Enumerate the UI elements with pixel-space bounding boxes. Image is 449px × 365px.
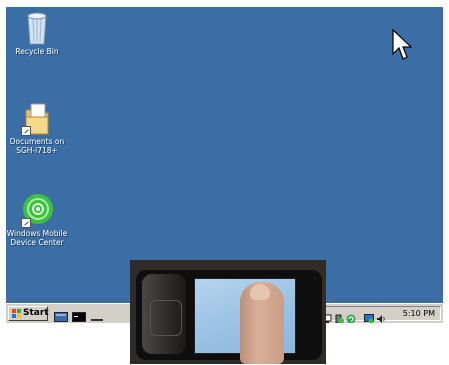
documents-label: Documents on SGH-i718+ (9, 137, 65, 155)
start-button[interactable]: Start (8, 306, 49, 321)
documents-shortcut[interactable]: Documents on SGH-i718+ (6, 100, 69, 155)
phone-photo-icon (130, 260, 326, 364)
device-center-icon (20, 192, 54, 228)
folder-icon (20, 100, 54, 136)
phone-buttons (150, 300, 182, 336)
device-center-shortcut[interactable]: Windows Mobile Device Center (6, 192, 69, 247)
fingernail (250, 284, 270, 300)
volume-icon[interactable] (376, 309, 386, 323)
desktop[interactable]: Recycle Bin Documents on SGH-i718+ Windo… (6, 7, 443, 303)
display-icon[interactable] (364, 309, 374, 323)
command-prompt-icon[interactable] (72, 308, 86, 322)
recycle-bin-label: Recycle Bin (15, 47, 59, 56)
sync-icon[interactable] (346, 309, 356, 323)
shortcut-arrow-icon (21, 126, 31, 136)
shortcut-arrow-icon (21, 218, 31, 228)
clock[interactable]: 5:10 PM (403, 308, 435, 320)
start-label: Start (23, 308, 49, 318)
system-tray: 5:10 PM (319, 306, 441, 323)
window-icon[interactable] (90, 308, 104, 321)
recycle-bin-icon (20, 10, 54, 46)
desktop-icon[interactable] (54, 308, 68, 322)
device-center-label: Windows Mobile Device Center (6, 229, 68, 247)
activesync-icon[interactable] (334, 309, 344, 323)
windows-flag-icon (12, 309, 21, 318)
mouse-pointer-icon (392, 28, 413, 63)
recycle-bin-shortcut[interactable]: Recycle Bin (6, 10, 69, 56)
